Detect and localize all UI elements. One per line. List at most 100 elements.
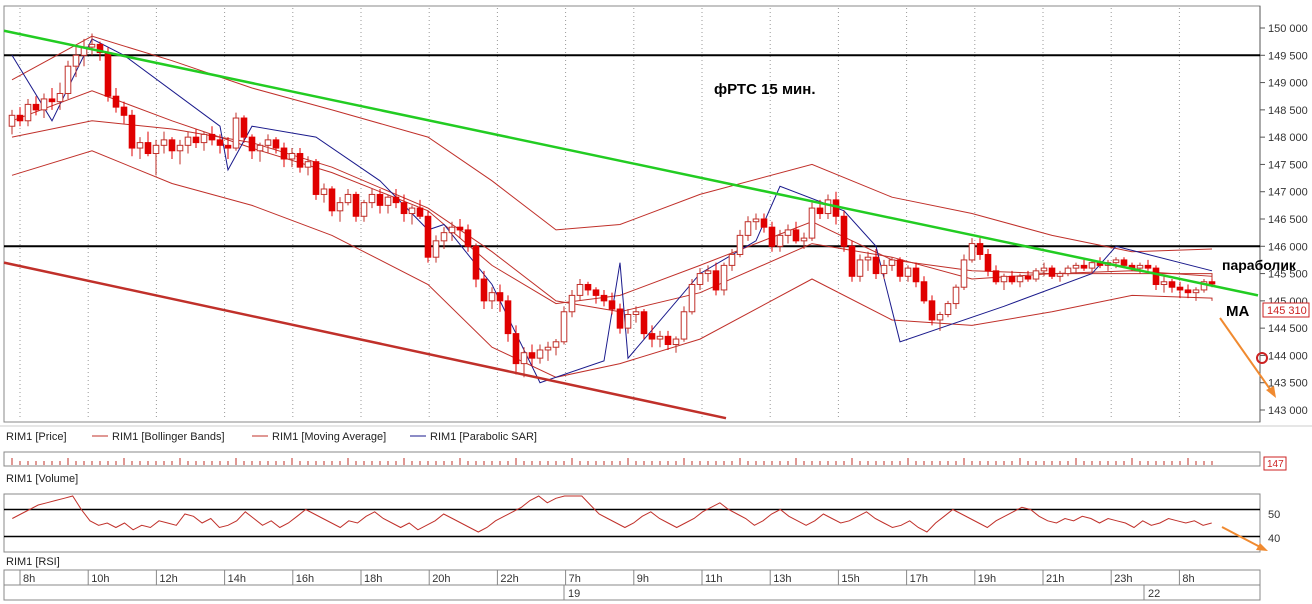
candle-down: [224, 144, 232, 149]
time-label: 19h: [978, 573, 996, 585]
candle-up: [232, 117, 240, 149]
candle-up: [88, 43, 96, 48]
candle-up: [904, 267, 912, 277]
candle-up: [200, 133, 208, 144]
candle-up: [288, 153, 296, 160]
time-label: 8h: [23, 573, 35, 585]
candle-down: [992, 270, 1000, 283]
candle-up: [808, 207, 816, 239]
candle-down: [456, 226, 464, 231]
candle-down: [1144, 264, 1152, 269]
time-label: 21h: [1046, 573, 1064, 585]
volume-panel: [3, 451, 1261, 467]
candle-up: [1192, 289, 1200, 294]
time-label: 15h: [841, 573, 859, 585]
candle-up: [632, 311, 640, 315]
candle-down: [416, 207, 424, 217]
candle-up: [1160, 281, 1168, 285]
candle-down: [376, 193, 384, 206]
candle-down: [168, 139, 176, 152]
candle-down: [1008, 275, 1016, 283]
candle-up: [40, 98, 48, 111]
candle-up: [336, 202, 344, 212]
candle-up: [344, 193, 352, 204]
candle-down: [792, 229, 800, 242]
y-tick-label: 148 500: [1268, 105, 1308, 117]
candle-down: [848, 245, 856, 277]
candle-up: [728, 253, 736, 266]
time-label: 22h: [500, 573, 518, 585]
time-label: 8h: [1182, 573, 1194, 585]
candle-down: [616, 308, 624, 329]
time-label: 13h: [773, 573, 791, 585]
candle-up: [536, 349, 544, 359]
candle-up: [624, 314, 632, 329]
candle-up: [320, 188, 328, 195]
candle-up: [264, 139, 272, 146]
time-label: 12h: [159, 573, 177, 585]
candle-up: [776, 234, 784, 247]
time-label: 14h: [228, 573, 246, 585]
candle-up: [1088, 262, 1096, 269]
candle-down: [296, 153, 304, 168]
candle-down: [16, 114, 24, 122]
candle-down: [912, 267, 920, 283]
candle-up: [184, 136, 192, 146]
candle-up: [1016, 275, 1024, 283]
y-tick-label: 149 500: [1268, 50, 1308, 62]
candle-down: [976, 243, 984, 255]
candle-down: [664, 335, 672, 346]
candle-down: [816, 207, 824, 215]
candle-down: [128, 114, 136, 149]
candle-up: [752, 218, 760, 223]
time-label: 20h: [432, 573, 450, 585]
candle-up: [1040, 267, 1048, 272]
candle-up: [152, 144, 160, 155]
candle-up: [488, 292, 496, 302]
candle-down: [712, 270, 720, 291]
candle-down: [1208, 281, 1216, 285]
candle-down: [424, 215, 432, 258]
candle-down: [608, 300, 616, 310]
legend-price: RIM1 [Price]: [6, 431, 67, 443]
candle-up: [952, 286, 960, 305]
candle-up: [304, 161, 312, 168]
candle-down: [1024, 275, 1032, 280]
candle-down: [920, 281, 928, 302]
candle-up: [864, 256, 872, 261]
candle-up: [24, 103, 32, 122]
candle-up: [744, 221, 752, 236]
candle-down: [1168, 281, 1176, 288]
candle-down: [104, 52, 112, 97]
candle-down: [392, 196, 400, 204]
candle-up: [520, 352, 528, 365]
candle-up: [736, 234, 744, 255]
time-label: 18h: [364, 573, 382, 585]
candle-down: [272, 139, 280, 149]
candle-up: [1136, 264, 1144, 269]
candle-down: [120, 106, 128, 116]
candle-up: [1000, 275, 1008, 283]
candle-up: [688, 283, 696, 313]
chart-title: фРТС 15 мин.: [714, 81, 816, 98]
candle-up: [936, 314, 944, 321]
candle-down: [648, 333, 656, 340]
candle-up: [888, 259, 896, 266]
candle-up: [704, 270, 712, 275]
rsi-tick-40: 40: [1268, 533, 1280, 545]
candle-down: [32, 103, 40, 111]
candle-down: [1152, 267, 1160, 285]
candle-down: [600, 294, 608, 302]
last-price-label: 145 310: [1267, 305, 1307, 317]
candle-up: [560, 311, 568, 343]
candle-down: [400, 202, 408, 215]
candle-down: [312, 161, 320, 195]
y-tick-label: 146 000: [1268, 241, 1308, 253]
candle-up: [672, 338, 680, 346]
candle-up: [568, 294, 576, 313]
candle-up: [784, 229, 792, 236]
candle-up: [968, 243, 976, 261]
volume-last-label: 147: [1267, 459, 1284, 470]
date-label: 22: [1148, 588, 1160, 600]
y-tick-label: 150 000: [1268, 23, 1308, 35]
